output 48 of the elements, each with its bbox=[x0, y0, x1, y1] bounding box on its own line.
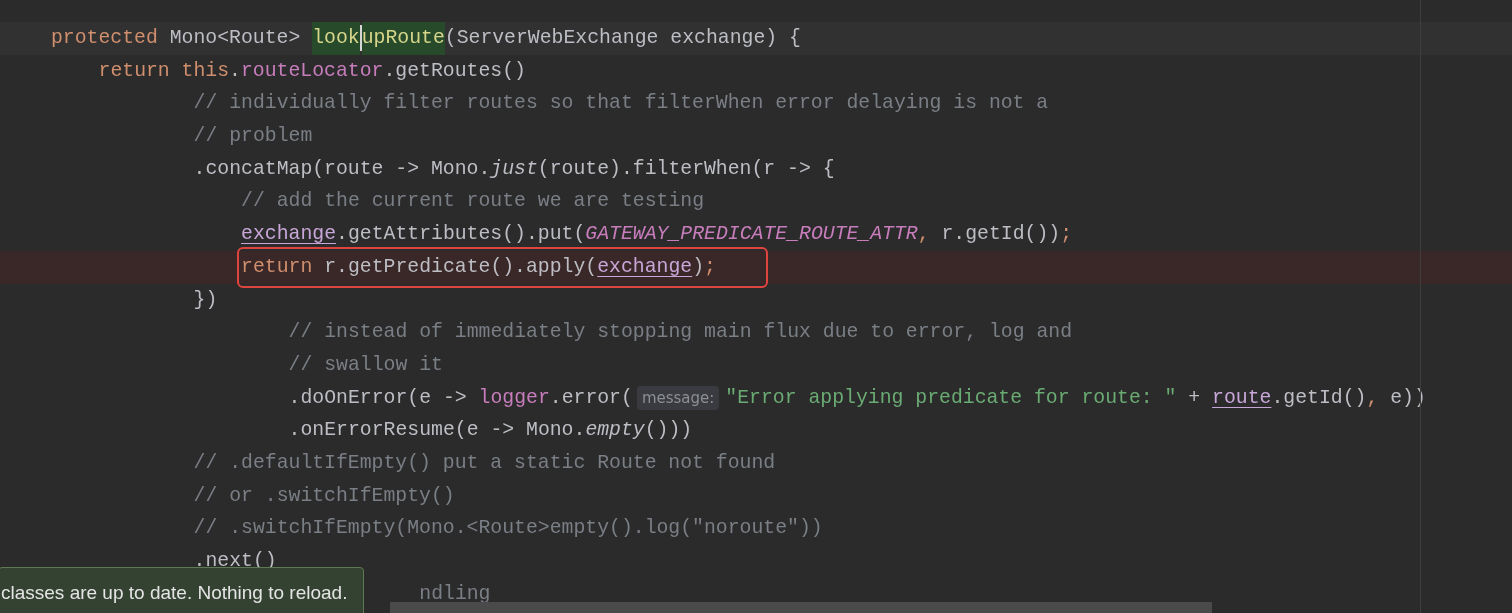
code-text: .getRoutes() bbox=[383, 58, 526, 84]
code-text: ) bbox=[692, 254, 705, 280]
method-declaration: look bbox=[312, 22, 360, 55]
code-comment: // instead of immediately stopping main flux due to error, log and bbox=[288, 320, 1073, 346]
variable-reference: exchange bbox=[597, 254, 693, 280]
method-name: empty bbox=[585, 418, 645, 444]
code-text: .getAttributes().put( bbox=[336, 222, 586, 248]
string-literal: "Error applying predicate for route: " bbox=[725, 385, 1177, 411]
notification-toast: classes are up to date. Nothing to reload. bbox=[0, 567, 365, 613]
code-text: Mono<Route> bbox=[169, 26, 302, 51]
code-comment: // swallow it bbox=[288, 352, 443, 378]
keyword: , bbox=[1366, 385, 1379, 411]
code-comment: // problem bbox=[193, 124, 313, 150]
code-text: ())) bbox=[644, 418, 693, 444]
code-text: r.getId()) bbox=[941, 222, 1061, 248]
code-text: }) bbox=[193, 287, 218, 313]
keyword: ; bbox=[704, 254, 716, 280]
method-declaration: upRoute bbox=[361, 22, 445, 55]
field-name: logger bbox=[478, 385, 550, 411]
parameter-hint: message: bbox=[636, 385, 720, 410]
code-editor[interactable] bbox=[0, 0, 1512, 613]
code-text: .onErrorResume(e -> Mono. bbox=[288, 418, 586, 444]
keyword: , bbox=[917, 222, 931, 248]
code-text: . bbox=[229, 58, 241, 84]
constant-name: GATEWAY_PREDICATE_ROUTE_ATTR bbox=[585, 222, 918, 248]
code-text: (ServerWebExchange exchange) { bbox=[444, 26, 801, 51]
field-name: routeLocator bbox=[240, 58, 384, 84]
code-comment: ndling bbox=[419, 581, 491, 607]
code-comment: // add the current route we are testing bbox=[241, 189, 705, 215]
code-text: .doOnError(e -> bbox=[288, 385, 468, 411]
code-comment: // individually filter routes so that filterWhen error delaying is not a bbox=[193, 91, 1049, 117]
method-name: just bbox=[490, 156, 538, 182]
variable-reference: route bbox=[1212, 385, 1272, 411]
code-text: .getId() bbox=[1271, 385, 1367, 411]
variable-reference: exchange bbox=[241, 222, 337, 248]
code-text: .error( bbox=[549, 385, 633, 411]
keyword: return bbox=[241, 254, 314, 280]
keyword: protected bbox=[51, 26, 159, 51]
code-text: .concatMap(route -> Mono. bbox=[193, 156, 491, 182]
code-text: (route).filterWhen(r -> { bbox=[537, 156, 835, 182]
code-comment: // .defaultIfEmpty() put a static Route not found bbox=[193, 450, 776, 476]
code-text: r.getPredicate().apply( bbox=[324, 254, 598, 280]
horizontal-scrollbar[interactable] bbox=[390, 602, 1212, 613]
code-text: + bbox=[1187, 385, 1202, 411]
keyword: ; bbox=[1060, 222, 1073, 248]
code-comment: // or .switchIfEmpty() bbox=[193, 483, 455, 509]
keyword: return this bbox=[98, 58, 230, 84]
code-comment: // .switchIfEmpty(Mono.<Route>empty().log("noroute")) bbox=[193, 516, 823, 542]
